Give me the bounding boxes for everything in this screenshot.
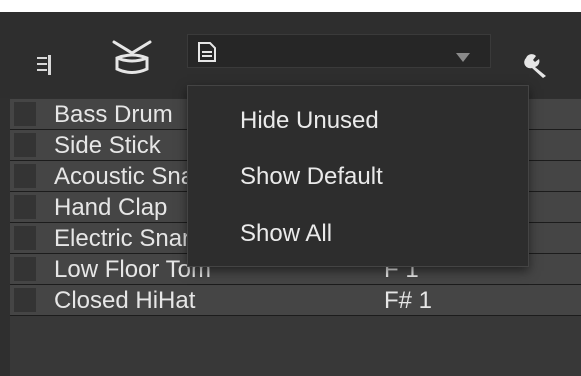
drum-name: Bass Drum xyxy=(54,101,173,128)
wrench-icon[interactable] xyxy=(522,52,550,78)
list-item[interactable]: Closed HiHat F# 1 xyxy=(10,285,581,316)
row-handle[interactable] xyxy=(14,133,36,157)
row-handle[interactable] xyxy=(14,164,36,188)
drum-map-dropdown[interactable] xyxy=(187,34,491,68)
drum-note: F# 1 xyxy=(384,287,433,314)
document-icon xyxy=(197,41,217,63)
row-handle[interactable] xyxy=(14,102,36,126)
row-handle[interactable] xyxy=(14,288,36,312)
row-handle[interactable] xyxy=(14,195,36,219)
menu-item-show-default[interactable]: Show Default xyxy=(240,163,383,191)
drum-name: Hand Clap xyxy=(54,194,168,221)
list-icon[interactable] xyxy=(37,55,51,75)
row-handle[interactable] xyxy=(14,257,36,281)
drum-icon[interactable] xyxy=(110,40,154,76)
caret-down-icon[interactable] xyxy=(456,49,470,62)
drum-map-panel: Bass Drum Side Stick Acoustic Snare Hand… xyxy=(0,12,581,376)
drum-name: Closed HiHat xyxy=(54,287,196,314)
drum-name: Electric Snare xyxy=(54,225,204,252)
view-filter-menu: Hide Unused Show Default Show All xyxy=(187,85,529,267)
menu-item-show-all[interactable]: Show All xyxy=(240,220,332,248)
drum-name: Side Stick xyxy=(54,132,161,159)
row-handle[interactable] xyxy=(14,226,36,250)
menu-item-hide-unused[interactable]: Hide Unused xyxy=(240,107,379,135)
